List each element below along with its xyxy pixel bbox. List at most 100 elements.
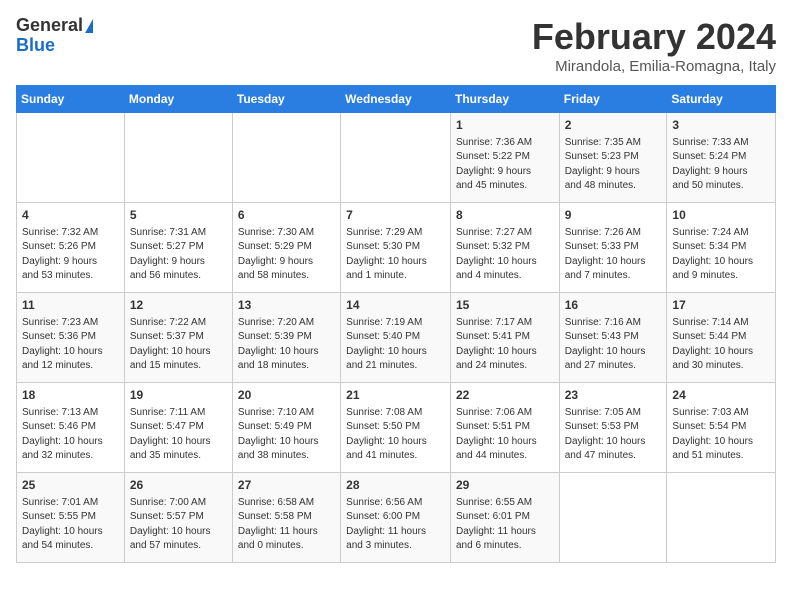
day-number: 9	[565, 207, 662, 224]
day-detail: Sunrise: 7:20 AM Sunset: 5:39 PM Dayligh…	[238, 316, 335, 374]
header-day-tuesday: Tuesday	[232, 86, 340, 113]
calendar-cell: 26 Sunrise: 7:00 AM Sunset: 5:57 PM Dayli…	[124, 473, 232, 563]
calendar-cell: 21Sunrise: 7:08 AM Sunset: 5:50 PM Dayli…	[341, 383, 451, 473]
day-number: 6	[238, 207, 335, 224]
calendar-body: 1 Sunrise: 7:36 AM Sunset: 5:22 PM Daylig…	[17, 113, 776, 563]
day-detail: Sunrise: 7:19 AM Sunset: 5:40 PM Dayligh…	[346, 316, 445, 374]
calendar-cell	[559, 473, 667, 563]
calendar-cell: 8Sunrise: 7:27 AM Sunset: 5:32 PM Daylig…	[450, 203, 559, 293]
day-number: 3	[672, 117, 770, 134]
day-number: 26	[130, 477, 227, 494]
header-day-wednesday: Wednesday	[341, 86, 451, 113]
day-detail: Sunrise: 7:32 AM Sunset: 5:26 PM Dayligh…	[22, 226, 119, 284]
calendar-cell	[124, 113, 232, 203]
calendar-cell	[667, 473, 776, 563]
day-number: 1	[456, 117, 554, 134]
calendar-cell: 4 Sunrise: 7:32 AM Sunset: 5:26 PM Daylig…	[17, 203, 125, 293]
day-detail: Sunrise: 7:17 AM Sunset: 5:41 PM Dayligh…	[456, 316, 554, 374]
day-number: 24	[672, 387, 770, 404]
calendar-cell: 17Sunrise: 7:14 AM Sunset: 5:44 PM Dayli…	[667, 293, 776, 383]
day-number: 4	[22, 207, 119, 224]
day-number: 25	[22, 477, 119, 494]
day-detail: Sunrise: 7:10 AM Sunset: 5:49 PM Dayligh…	[238, 406, 335, 464]
calendar-cell	[341, 113, 451, 203]
day-detail: Sunrise: 7:13 AM Sunset: 5:46 PM Dayligh…	[22, 406, 119, 464]
calendar-cell: 15 Sunrise: 7:17 AM Sunset: 5:41 PM Dayli…	[450, 293, 559, 383]
calendar-cell: 1 Sunrise: 7:36 AM Sunset: 5:22 PM Daylig…	[450, 113, 559, 203]
logo-blue: Blue	[16, 35, 55, 55]
logo-general: General	[16, 16, 83, 36]
header-day-thursday: Thursday	[450, 86, 559, 113]
calendar-cell: 20 Sunrise: 7:10 AM Sunset: 5:49 PM Dayli…	[232, 383, 340, 473]
calendar-cell: 24 Sunrise: 7:03 AM Sunset: 5:54 PM Dayli…	[667, 383, 776, 473]
day-number: 10	[672, 207, 770, 224]
day-number: 29	[456, 477, 554, 494]
header-row: SundayMondayTuesdayWednesdayThursdayFrid…	[17, 86, 776, 113]
day-number: 14	[346, 297, 445, 314]
calendar-title: February 2024	[532, 16, 776, 58]
day-detail: Sunrise: 7:03 AM Sunset: 5:54 PM Dayligh…	[672, 406, 770, 464]
day-detail: Sunrise: 7:06 AM Sunset: 5:51 PM Dayligh…	[456, 406, 554, 464]
calendar-cell: 3 Sunrise: 7:33 AM Sunset: 5:24 PM Daylig…	[667, 113, 776, 203]
calendar-cell: 6 Sunrise: 7:30 AM Sunset: 5:29 PM Daylig…	[232, 203, 340, 293]
calendar-cell: 12 Sunrise: 7:22 AM Sunset: 5:37 PM Dayli…	[124, 293, 232, 383]
week-row-3: 18Sunrise: 7:13 AM Sunset: 5:46 PM Dayli…	[17, 383, 776, 473]
day-detail: Sunrise: 7:30 AM Sunset: 5:29 PM Dayligh…	[238, 226, 335, 284]
calendar-cell: 25 Sunrise: 7:01 AM Sunset: 5:55 PM Dayli…	[17, 473, 125, 563]
day-detail: Sunrise: 7:26 AM Sunset: 5:33 PM Dayligh…	[565, 226, 662, 284]
calendar-cell: 16Sunrise: 7:16 AM Sunset: 5:43 PM Dayli…	[559, 293, 667, 383]
calendar-cell: 2 Sunrise: 7:35 AM Sunset: 5:23 PM Daylig…	[559, 113, 667, 203]
week-row-0: 1 Sunrise: 7:36 AM Sunset: 5:22 PM Daylig…	[17, 113, 776, 203]
day-detail: Sunrise: 7:01 AM Sunset: 5:55 PM Dayligh…	[22, 496, 119, 554]
week-row-4: 25 Sunrise: 7:01 AM Sunset: 5:55 PM Dayli…	[17, 473, 776, 563]
header-day-sunday: Sunday	[17, 86, 125, 113]
day-number: 15	[456, 297, 554, 314]
day-number: 5	[130, 207, 227, 224]
calendar-cell: 5Sunrise: 7:31 AM Sunset: 5:27 PM Daylig…	[124, 203, 232, 293]
calendar-table: SundayMondayTuesdayWednesdayThursdayFrid…	[16, 85, 776, 563]
calendar-cell: 9 Sunrise: 7:26 AM Sunset: 5:33 PM Daylig…	[559, 203, 667, 293]
day-number: 28	[346, 477, 445, 494]
day-number: 19	[130, 387, 227, 404]
calendar-cell: 7Sunrise: 7:29 AM Sunset: 5:30 PM Daylig…	[341, 203, 451, 293]
calendar-cell	[17, 113, 125, 203]
day-number: 20	[238, 387, 335, 404]
calendar-cell: 22 Sunrise: 7:06 AM Sunset: 5:51 PM Dayli…	[450, 383, 559, 473]
calendar-cell: 11 Sunrise: 7:23 AM Sunset: 5:36 PM Dayli…	[17, 293, 125, 383]
week-row-1: 4 Sunrise: 7:32 AM Sunset: 5:26 PM Daylig…	[17, 203, 776, 293]
day-detail: Sunrise: 7:36 AM Sunset: 5:22 PM Dayligh…	[456, 136, 554, 194]
day-number: 23	[565, 387, 662, 404]
calendar-header: SundayMondayTuesdayWednesdayThursdayFrid…	[17, 86, 776, 113]
calendar-cell: 29 Sunrise: 6:55 AM Sunset: 6:01 PM Dayli…	[450, 473, 559, 563]
day-detail: Sunrise: 7:33 AM Sunset: 5:24 PM Dayligh…	[672, 136, 770, 194]
day-detail: Sunrise: 7:35 AM Sunset: 5:23 PM Dayligh…	[565, 136, 662, 194]
calendar-subtitle: Mirandola, Emilia-Romagna, Italy	[532, 58, 776, 75]
header-day-monday: Monday	[124, 86, 232, 113]
calendar-cell: 27Sunrise: 6:58 AM Sunset: 5:58 PM Dayli…	[232, 473, 340, 563]
day-detail: Sunrise: 6:55 AM Sunset: 6:01 PM Dayligh…	[456, 496, 554, 554]
calendar-cell: 10 Sunrise: 7:24 AM Sunset: 5:34 PM Dayli…	[667, 203, 776, 293]
day-number: 16	[565, 297, 662, 314]
calendar-cell: 19 Sunrise: 7:11 AM Sunset: 5:47 PM Dayli…	[124, 383, 232, 473]
day-detail: Sunrise: 7:23 AM Sunset: 5:36 PM Dayligh…	[22, 316, 119, 374]
day-detail: Sunrise: 7:00 AM Sunset: 5:57 PM Dayligh…	[130, 496, 227, 554]
day-detail: Sunrise: 7:29 AM Sunset: 5:30 PM Dayligh…	[346, 226, 445, 284]
day-number: 22	[456, 387, 554, 404]
calendar-cell: 18Sunrise: 7:13 AM Sunset: 5:46 PM Dayli…	[17, 383, 125, 473]
day-number: 12	[130, 297, 227, 314]
day-detail: Sunrise: 7:05 AM Sunset: 5:53 PM Dayligh…	[565, 406, 662, 464]
week-row-2: 11 Sunrise: 7:23 AM Sunset: 5:36 PM Dayli…	[17, 293, 776, 383]
calendar-cell: 14 Sunrise: 7:19 AM Sunset: 5:40 PM Dayli…	[341, 293, 451, 383]
header-day-saturday: Saturday	[667, 86, 776, 113]
day-detail: Sunrise: 7:14 AM Sunset: 5:44 PM Dayligh…	[672, 316, 770, 374]
day-number: 11	[22, 297, 119, 314]
calendar-cell: 13Sunrise: 7:20 AM Sunset: 5:39 PM Dayli…	[232, 293, 340, 383]
title-section: February 2024 Mirandola, Emilia-Romagna,…	[532, 16, 776, 75]
day-detail: Sunrise: 7:11 AM Sunset: 5:47 PM Dayligh…	[130, 406, 227, 464]
day-detail: Sunrise: 7:24 AM Sunset: 5:34 PM Dayligh…	[672, 226, 770, 284]
day-number: 27	[238, 477, 335, 494]
day-detail: Sunrise: 7:22 AM Sunset: 5:37 PM Dayligh…	[130, 316, 227, 374]
logo-triangle-icon	[85, 19, 93, 33]
day-number: 2	[565, 117, 662, 134]
calendar-cell: 23 Sunrise: 7:05 AM Sunset: 5:53 PM Dayli…	[559, 383, 667, 473]
